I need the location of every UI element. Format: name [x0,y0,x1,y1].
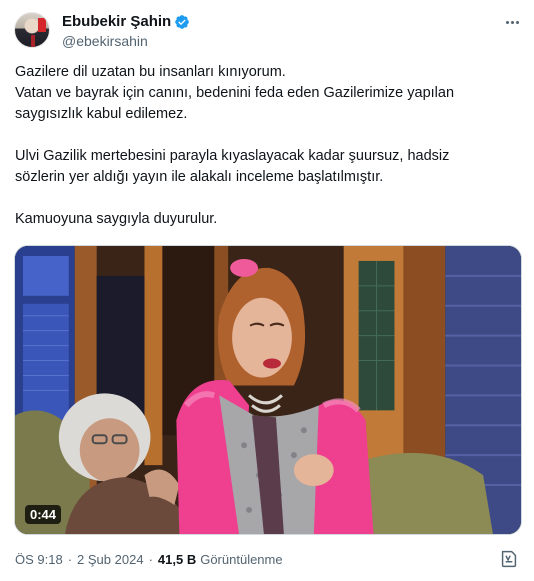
flag-icon [38,18,46,32]
meta-separator: · [148,552,153,567]
avatar[interactable] [14,12,50,48]
video-duration: 0:44 [25,505,62,524]
tweet-line: sözlerin yer aldığı yayın ile alakalı in… [15,169,384,185]
tweet-meta: ÖS 9:18 · 2 Şub 2024 · 41,5 B Görüntülen… [15,552,283,567]
views-count: 41,5 B [157,552,197,567]
views-label: Görüntülenme [200,552,283,567]
tweet-line: Vatan ve bayrak için canını, bedenini fe… [15,85,455,101]
tweet-text: Gazilere dil uzatan bu insanları kınıyor… [15,62,515,230]
video-frame [15,246,521,534]
verified-badge-icon [175,15,190,29]
display-name[interactable]: Ebubekir Şahin [62,13,171,31]
video-player[interactable]: 0:44 [14,245,522,535]
author-handle[interactable]: @ebekirsahin [62,32,148,50]
tweet-line: Ulvi Gazilik mertebesini parayla kıyasla… [15,148,450,164]
tweet-card: Ebubekir Şahin @ebekirsahin Gazilere dil… [0,0,534,581]
avatar-detail [31,35,35,47]
meta-separator: · [67,552,73,567]
grok-icon[interactable] [498,548,520,570]
tweet-date[interactable]: 2 Şub 2024 [77,552,144,567]
more-dot [515,20,519,24]
more-dot [505,20,509,24]
tweet-time[interactable]: ÖS 9:18 [15,552,63,567]
tweet-line: Gazilere dil uzatan bu insanları kınıyor… [15,64,286,80]
tweet-header: Ebubekir Şahin @ebekirsahin [14,12,524,52]
tweet-line: Kamuoyuna saygıyla duyurulur. [15,211,218,227]
more-dot [510,20,514,24]
tweet-line: saygısızlık kabul edilemez. [15,106,188,122]
author-name-row[interactable]: Ebubekir Şahin [62,13,190,31]
more-options-icon[interactable] [502,14,522,30]
